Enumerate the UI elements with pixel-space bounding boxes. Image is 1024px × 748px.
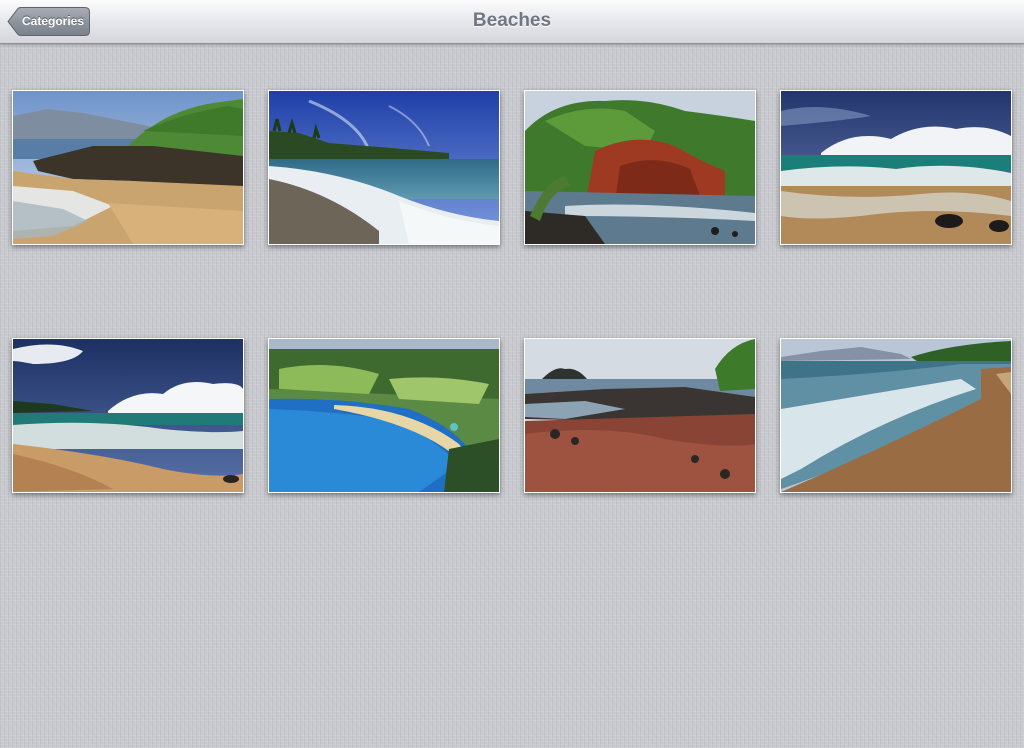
photo-thumbnail-7[interactable] <box>524 338 756 493</box>
photo-thumbnail-3[interactable] <box>524 90 756 245</box>
navigation-bar: Categories Beaches <box>0 0 1024 44</box>
photo-thumbnail-8[interactable] <box>780 338 1012 493</box>
beach-photo-image <box>525 339 755 492</box>
photo-thumbnail-5[interactable] <box>12 338 244 493</box>
beach-photo-image <box>781 91 1011 244</box>
photo-thumbnail-6[interactable] <box>268 338 500 493</box>
photo-grid <box>0 44 1024 748</box>
beach-photo-image <box>525 91 755 244</box>
photo-thumbnail-4[interactable] <box>780 90 1012 245</box>
beach-photo-image <box>781 339 1011 492</box>
photo-thumbnail-1[interactable] <box>12 90 244 245</box>
beach-photo-image <box>13 339 243 492</box>
beach-photo-image <box>13 91 243 244</box>
beach-photo-image <box>269 91 499 244</box>
photo-thumbnail-2[interactable] <box>268 90 500 245</box>
page-title: Beaches <box>472 10 552 31</box>
beach-photo-image <box>269 339 499 492</box>
